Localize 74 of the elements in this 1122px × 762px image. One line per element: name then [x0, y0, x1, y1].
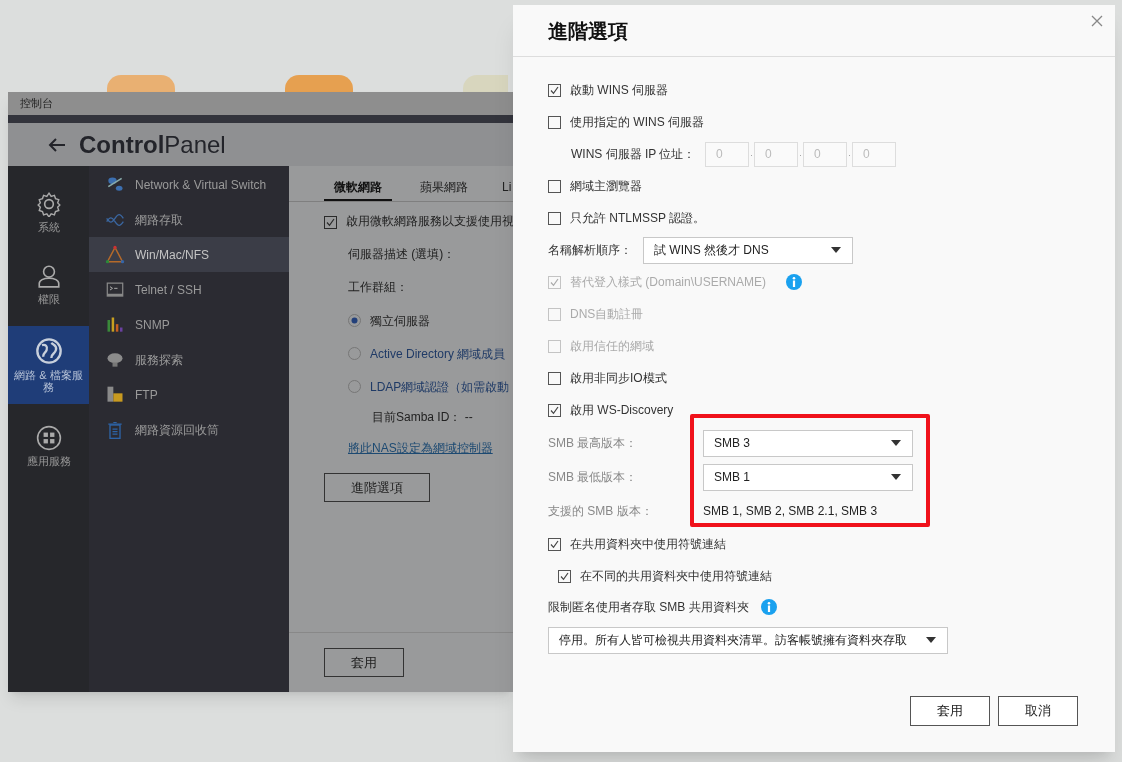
caret-icon	[891, 440, 901, 446]
checkbox[interactable]	[548, 83, 561, 97]
field-label: 伺服器描述 (選填)：	[348, 246, 456, 263]
radio-button[interactable]	[348, 347, 361, 360]
info-icon[interactable]	[760, 599, 777, 615]
checkbox-label: 啟用 WS-Discovery	[570, 402, 674, 419]
menu-item[interactable]: Win/Mac/NFS	[89, 237, 289, 272]
cancel-button[interactable]: 取消	[998, 696, 1078, 726]
caret-icon	[891, 474, 901, 480]
checkbox-label: 啟用微軟網路服務以支援使用視	[346, 214, 514, 230]
field-label: SMB 最低版本：	[548, 469, 639, 486]
dot-separator: .	[749, 147, 754, 161]
checkbox[interactable]	[548, 403, 561, 417]
dropdown[interactable]: SMB 3	[703, 429, 913, 457]
user-icon	[35, 263, 62, 289]
checkbox[interactable]	[548, 115, 561, 129]
rail-item[interactable]: 網路 & 檔案服務	[8, 326, 89, 404]
dot-separator: .	[847, 147, 852, 161]
tab[interactable]: 蘋果網路	[410, 178, 478, 201]
tab[interactable]: Li	[496, 178, 512, 201]
supported-versions-text: SMB 1, SMB 2, SMB 2.1, SMB 3	[703, 503, 878, 520]
apply-button[interactable]: 套用	[910, 696, 990, 726]
section-label: 限制匿名使用者存取 SMB 共用資料夾	[548, 599, 749, 616]
checkbox[interactable]	[548, 211, 561, 225]
checkbox-label: 啟用非同步IO模式	[570, 370, 667, 387]
checkbox-label: 替代登入樣式 (Domain\USERNAME)	[570, 274, 767, 291]
checkbox-label: 在不同的共用資料夾中使用符號連結	[580, 568, 772, 585]
checkbox-label: 啟動 WINS 伺服器	[570, 82, 668, 99]
field-label: 工作群組：	[348, 279, 408, 296]
domain-controller-link[interactable]: 將此NAS設定為網域控制器	[348, 439, 493, 457]
caret-icon	[831, 247, 841, 253]
dropdown[interactable]: 停用。所有人皆可檢視共用資料夾清單。訪客帳號擁有資料夾存取	[548, 626, 948, 654]
checkbox-label: 網域主瀏覽器	[570, 178, 642, 195]
tab[interactable]: 微軟網路	[324, 178, 392, 201]
server-folder-icon	[105, 384, 125, 405]
checkbox-label: 啟用信任的網域	[570, 338, 654, 355]
gear-icon	[35, 191, 62, 217]
dropdown[interactable]: 試 WINS 然後才 DNS	[643, 236, 853, 264]
apply-button[interactable]: 套用	[324, 648, 404, 677]
close-icon[interactable]	[1091, 15, 1103, 27]
rail-item[interactable]: 權限	[8, 248, 89, 320]
checkbox-label: DNS自動註冊	[570, 306, 644, 323]
radio-label: Active Directory 網域成員	[370, 345, 506, 363]
globe-icon	[34, 337, 63, 365]
rail-item[interactable]: 應用服務	[8, 410, 89, 482]
checkbox[interactable]	[548, 179, 561, 193]
field-label: 支援的 SMB 版本：	[548, 503, 654, 520]
window-title: 控制台	[20, 96, 53, 112]
checkbox-label: 只允許 NTLMSSP 認證。	[570, 210, 706, 227]
triangle-icon	[105, 244, 125, 265]
dropdown[interactable]: SMB 1	[703, 463, 913, 491]
checkbox[interactable]	[324, 215, 337, 229]
grid-icon	[35, 425, 62, 451]
field-label: 名稱解析順序：	[548, 242, 633, 259]
samba-id-text: 目前Samba ID： --	[372, 409, 473, 426]
advanced-options-button[interactable]: 進階選項	[324, 473, 430, 502]
radio-button[interactable]	[348, 380, 361, 393]
dot-separator: .	[798, 147, 803, 161]
checkbox-label: 使用指定的 WINS 伺服器	[570, 114, 704, 131]
checkbox-label: 在共用資料夾中使用符號連結	[570, 536, 726, 553]
radio-label: 獨立伺服器	[370, 312, 430, 330]
radio-button[interactable]	[348, 314, 361, 327]
checkbox[interactable]	[558, 569, 571, 583]
app-title: ControlPanel	[79, 129, 226, 160]
field-label: SMB 最高版本：	[548, 435, 639, 452]
caret-icon	[926, 637, 936, 643]
checkbox[interactable]	[548, 371, 561, 385]
radio-label: LDAP網域認證（如需啟動	[370, 378, 510, 396]
dialog-title: 進階選項	[548, 18, 628, 44]
field-label: WINS 伺服器 IP 位址：	[571, 146, 697, 163]
checkbox[interactable]	[548, 537, 561, 551]
back-arrow-icon[interactable]	[48, 136, 66, 153]
rail-item[interactable]: 系統	[8, 176, 89, 248]
trash-icon	[105, 419, 125, 440]
